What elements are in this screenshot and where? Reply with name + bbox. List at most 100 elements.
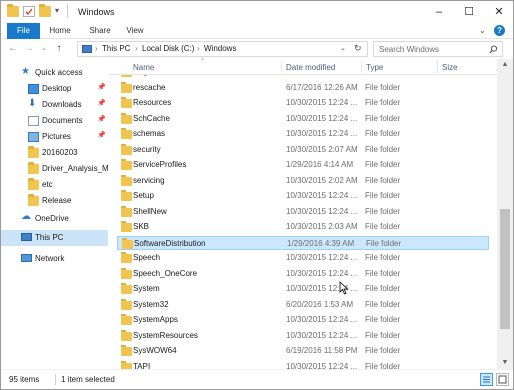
folder-icon xyxy=(121,329,132,341)
refresh-icon[interactable]: ↻ xyxy=(354,43,362,54)
folder-icon xyxy=(121,221,132,232)
properties-icon[interactable] xyxy=(23,6,35,17)
minimize-button[interactable]: – xyxy=(429,3,449,21)
nav-label: Release xyxy=(42,196,72,205)
scroll-down-arrow-icon[interactable]: ▼ xyxy=(497,357,513,369)
file-date-modified: 6/19/2016 11:58 PM xyxy=(286,346,358,355)
tab-home[interactable]: Home xyxy=(45,23,75,39)
file-type: File folder xyxy=(365,253,401,262)
up-arrow-icon[interactable]: ↑ xyxy=(53,42,65,56)
nav-item-network[interactable]: Network xyxy=(1,251,108,267)
table-row[interactable]: SystemApps 10/30/2015 12:24 ... File folde… xyxy=(117,313,489,327)
computer-icon xyxy=(82,45,92,53)
file-name: System xyxy=(133,284,160,293)
file-name: Speech_OneCore xyxy=(133,268,198,278)
column-header-type[interactable]: Type xyxy=(366,63,383,72)
table-row[interactable]: System32 6/20/2016 1:53 AM File folder xyxy=(117,298,489,312)
table-row[interactable]: rescache 6/17/2016 12:26 AM File folder xyxy=(117,81,489,95)
column-header-size[interactable]: Size xyxy=(442,63,458,72)
folder-icon xyxy=(28,178,39,190)
column-divider[interactable] xyxy=(437,61,438,73)
nav-item-this-pc[interactable]: This PC xyxy=(1,230,108,246)
nav-item-release[interactable]: Release xyxy=(1,193,108,209)
breadcrumb-this-pc[interactable]: This PC xyxy=(102,44,130,53)
column-header-date[interactable]: Date modified xyxy=(286,63,335,72)
table-row[interactable]: ShellNew 10/30/2015 12:24 ... File folder xyxy=(117,205,489,219)
file-name: rescache xyxy=(133,82,166,92)
pin-icon: 📌 xyxy=(97,84,106,91)
file-type: File folder xyxy=(365,330,401,340)
nav-item-20160203[interactable]: 20160203 xyxy=(1,145,108,161)
new-folder-icon[interactable] xyxy=(39,4,51,17)
table-row[interactable]: SchCache 10/30/2015 12:24 ... File folder xyxy=(117,112,489,126)
file-type: File folder xyxy=(365,346,401,355)
file-type: File folder xyxy=(365,160,401,169)
table-row[interactable]: SystemResources 10/30/2015 12:24 ... File … xyxy=(117,329,489,343)
file-name: schemas xyxy=(133,129,166,138)
close-button[interactable]: ✕ xyxy=(489,3,509,21)
file-date-modified: 10/30/2015 12:24 ... xyxy=(286,129,358,138)
column-divider[interactable] xyxy=(361,61,362,73)
folder-icon xyxy=(121,283,132,294)
recent-locations-chevron-icon[interactable]: ⌄ xyxy=(38,42,50,56)
table-row-selected[interactable]: SoftwareDistribution 1/29/2016 4:39 AM Fil… xyxy=(117,235,489,250)
table-row[interactable]: SysWOW64 6/19/2016 11:58 PM File folder xyxy=(117,344,489,358)
breadcrumb-separator: › xyxy=(135,44,138,53)
vertical-scrollbar[interactable]: ▲ ▼ xyxy=(497,59,513,369)
table-row[interactable]: Speech_OneCore 10/30/2015 12:24 ... File f… xyxy=(117,267,489,281)
forward-arrow-icon[interactable]: → xyxy=(23,42,35,56)
file-list: Registration1/29/2016 4:35 AMFile folder… xyxy=(109,71,501,369)
help-icon[interactable]: ? xyxy=(494,25,505,36)
tab-share[interactable]: Share xyxy=(85,23,115,39)
document-icon xyxy=(28,116,39,126)
search-icon[interactable] xyxy=(489,45,498,54)
folder-icon xyxy=(121,159,132,170)
search-input[interactable]: Search Windows xyxy=(379,45,439,54)
details-view-button[interactable] xyxy=(480,373,493,386)
folder-icon xyxy=(28,194,39,206)
nav-item-driver-analysis[interactable]: Driver_Analysis_Mo xyxy=(1,161,113,177)
table-row[interactable]: Speech 10/30/2015 12:24 ... File folder xyxy=(117,251,489,265)
table-row[interactable]: servicing 10/30/2015 2:02 AM File folder xyxy=(117,174,489,188)
chevron-down-icon[interactable]: ⌄ xyxy=(479,26,486,35)
title-divider xyxy=(67,4,68,18)
ribbon-tabs: File Home Share View ⌄ ? xyxy=(1,23,513,39)
large-icons-view-button[interactable] xyxy=(496,373,509,386)
file-date-modified: 10/30/2015 12:24 ... xyxy=(286,113,358,123)
quick-access-toolbar-dropdown-icon[interactable]: ▾ xyxy=(55,6,59,15)
computer-icon xyxy=(21,233,32,241)
column-header-name[interactable]: Name xyxy=(133,63,154,72)
table-row[interactable]: TAPI 10/30/2015 12:24 ... File folder xyxy=(117,360,489,369)
nav-item-desktop[interactable]: Desktop 📌 xyxy=(1,81,108,97)
nav-item-documents[interactable]: Documents 📌 xyxy=(1,113,108,129)
status-bar: 95 items 1 item selected xyxy=(1,369,513,389)
nav-item-quick-access[interactable]: ★ Quick access xyxy=(1,65,108,81)
column-divider[interactable] xyxy=(281,61,282,73)
table-row[interactable]: Resources 10/30/2015 12:24 ... File folder xyxy=(117,96,489,110)
address-bar[interactable]: › This PC › Local Disk (C:) › Windows ⌄ … xyxy=(77,41,368,57)
back-arrow-icon[interactable]: ← xyxy=(7,42,19,56)
nav-item-etc[interactable]: etc xyxy=(1,177,108,193)
column-header-row: ^ Name Date modified Type Size xyxy=(109,58,501,75)
scroll-up-arrow-icon[interactable]: ▲ xyxy=(497,59,513,71)
file-name: Setup xyxy=(133,191,154,200)
scrollbar-thumb[interactable] xyxy=(500,209,510,329)
file-date-modified: 6/20/2016 1:53 AM xyxy=(286,299,354,309)
table-row[interactable]: ServiceProfiles 1/29/2016 4:14 AM File fol… xyxy=(117,158,489,172)
tab-file[interactable]: File xyxy=(7,23,40,39)
nav-item-pictures[interactable]: Pictures 📌 xyxy=(1,129,108,145)
table-row[interactable]: security 10/30/2015 2:07 AM File folder xyxy=(117,143,489,157)
maximize-button[interactable]: ☐ xyxy=(459,3,479,21)
table-row[interactable]: System 10/30/2015 12:24 ... File folder xyxy=(117,282,489,296)
folder-icon xyxy=(121,267,132,279)
address-dropdown-chevron-icon[interactable]: ⌄ xyxy=(340,44,346,52)
breadcrumb-windows[interactable]: Windows xyxy=(204,44,236,53)
nav-item-downloads[interactable]: ⬇ Downloads 📌 xyxy=(1,97,108,113)
table-row[interactable]: SKB 10/30/2015 2:03 AM File folder xyxy=(117,220,489,234)
table-row[interactable]: schemas 10/30/2015 12:24 ... File folder xyxy=(117,127,489,141)
nav-item-onedrive[interactable]: ☁ OneDrive xyxy=(1,211,108,227)
table-row[interactable]: Setup 10/30/2015 12:24 ... File folder xyxy=(117,189,489,203)
tab-view[interactable]: View xyxy=(121,23,149,39)
search-box[interactable]: Search Windows xyxy=(373,41,503,57)
breadcrumb-local-disk[interactable]: Local Disk (C:) xyxy=(142,44,194,53)
